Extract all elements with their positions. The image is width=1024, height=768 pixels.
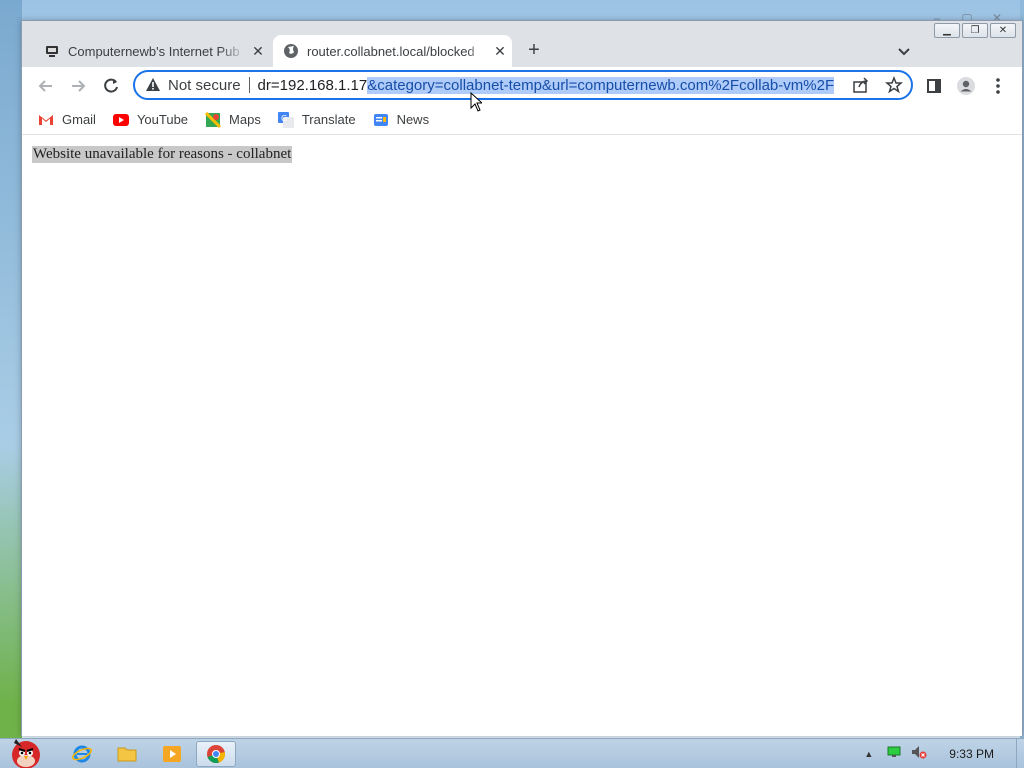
reload-icon[interactable] [99, 74, 123, 98]
bookmark-translate[interactable]: G Translate [277, 111, 356, 128]
desktop-background-left [0, 0, 22, 740]
file-explorer-icon[interactable] [107, 741, 147, 767]
tab-title: Computernewb's Internet Pub [68, 43, 240, 59]
internet-explorer-icon[interactable] [62, 741, 102, 767]
maps-icon [205, 111, 222, 128]
profile-avatar-icon[interactable] [954, 74, 978, 98]
new-tab-button[interactable]: + [522, 39, 546, 63]
svg-text:G: G [281, 114, 287, 123]
taskbar: ▲ 9:33 PM [0, 738, 1024, 768]
start-button-angry-bird-icon[interactable] [2, 733, 48, 768]
menu-kebab-icon[interactable] [986, 74, 1010, 98]
window-controls: ▁ ❐ ✕ [934, 23, 1016, 38]
computernewb-favicon-icon [44, 43, 60, 59]
window-close-button[interactable]: ✕ [990, 23, 1016, 38]
tab-close-icon[interactable]: ✕ [246, 43, 270, 60]
browser-window: ▁ ❐ ✕ Computernewb's Internet Pub ✕ rout… [21, 20, 1023, 736]
blocked-message: Website unavailable for reasons - collab… [32, 146, 293, 163]
tab-strip: ▁ ❐ ✕ Computernewb's Internet Pub ✕ rout… [22, 21, 1022, 67]
back-arrow-icon[interactable] [34, 74, 58, 98]
bookmark-label: YouTube [136, 112, 189, 127]
url-plain-text: dr=192.168.1.17 [257, 76, 368, 94]
toolbar: Not secure dr=192.168.1.17&category=coll… [22, 67, 1022, 105]
bookmark-label: Translate [301, 112, 356, 127]
window-restore-button[interactable]: ❐ [962, 23, 988, 38]
show-hidden-icons-chevron-up-icon[interactable]: ▲ [864, 749, 873, 759]
security-status-label[interactable]: Not secure [168, 77, 241, 94]
system-tray: ▲ 9:33 PM [864, 739, 1024, 768]
side-panel-icon[interactable] [922, 74, 946, 98]
chrome-icon[interactable] [196, 741, 236, 767]
bookmark-youtube[interactable]: YouTube [112, 112, 189, 128]
bookmark-news[interactable]: News [373, 112, 430, 128]
share-icon[interactable] [850, 74, 872, 96]
tab-close-icon[interactable]: ✕ [488, 43, 512, 60]
news-icon [373, 112, 389, 128]
volume-muted-icon[interactable] [911, 745, 927, 764]
bookmark-gmail[interactable]: Gmail [38, 112, 96, 128]
bookmark-label: News [396, 112, 430, 127]
bookmark-maps[interactable]: Maps [205, 111, 261, 128]
youtube-icon [112, 112, 129, 128]
bookmark-label: Maps [229, 112, 261, 127]
warning-triangle-icon[interactable] [145, 77, 161, 93]
tab-computernewb[interactable]: Computernewb's Internet Pub ✕ [34, 35, 270, 67]
mouse-cursor-icon [470, 91, 484, 117]
globe-icon [283, 43, 299, 59]
gmail-icon [38, 112, 54, 128]
bookmark-star-icon[interactable] [883, 74, 905, 96]
address-separator [248, 77, 250, 93]
bookmarks-bar: Gmail YouTube Maps G Translate News [22, 105, 1022, 135]
url-selected-text: &category=collabnet-temp&url=computernew… [367, 76, 835, 94]
url-text[interactable]: dr=192.168.1.17&category=collabnet-temp&… [257, 76, 846, 94]
show-desktop-button[interactable] [1016, 739, 1024, 768]
media-player-icon[interactable] [152, 741, 192, 767]
tab-search-chevron-down-icon[interactable] [894, 41, 914, 61]
translate-icon: G [277, 111, 294, 128]
taskbar-clock[interactable]: 9:33 PM [949, 747, 994, 761]
page-content: Website unavailable for reasons - collab… [22, 136, 1022, 736]
address-bar[interactable]: Not secure dr=192.168.1.17&category=coll… [133, 70, 913, 100]
bookmark-label: Gmail [62, 112, 96, 127]
network-icon[interactable] [887, 745, 901, 763]
tab-router-blocked[interactable]: router.collabnet.local/blocked ✕ [273, 35, 512, 67]
window-minimize-button[interactable]: ▁ [934, 23, 960, 38]
forward-arrow-icon[interactable] [66, 74, 90, 98]
tab-title: router.collabnet.local/blocked [307, 43, 475, 59]
